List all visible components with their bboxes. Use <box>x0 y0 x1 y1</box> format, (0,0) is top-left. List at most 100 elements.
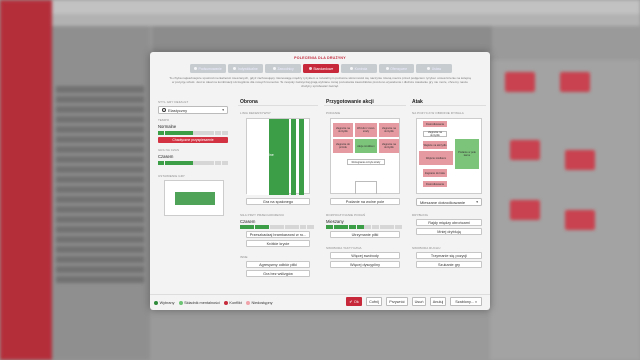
passing-pitch[interactable]: Zagranie na skrzydło Wrzutki z zewn. str… <box>330 118 400 194</box>
other-section-label: INNE <box>240 255 248 259</box>
build-up-column: Przygotowanie akcji PODANIE Zagranie na … <box>324 98 406 294</box>
tab-2[interactable]: Zawodnicy <box>265 64 302 73</box>
formation-block <box>175 192 215 205</box>
stay-on-feet-button[interactable]: Gra bez wślizgów <box>246 270 310 277</box>
build-tempo-bar[interactable] <box>326 225 402 229</box>
style-icon <box>162 108 166 112</box>
press-bar[interactable] <box>240 225 314 229</box>
chevron-down-icon: ▾ <box>475 299 477 304</box>
time-section-label: GRA NA CZAS <box>158 148 180 152</box>
cancel-button[interactable]: Anuluj <box>430 297 446 306</box>
attack-zone-5[interactable]: Podanie w pole karne <box>455 139 479 169</box>
build-tempo-section-label: ROZPOCZYNANIE PODAŃ <box>326 213 366 217</box>
goalkeeper-press-button[interactable]: Przeszkadzaj bramkarzowi w ro... <box>246 231 310 238</box>
zone-5[interactable]: Akcje środkiem <box>355 139 377 153</box>
legend-mentality: Składnik mentalności <box>178 300 220 305</box>
team-instructions-dialog: POLECENIA DLA DRUŻYNY Podsumowanie Indyw… <box>150 52 490 310</box>
chevron-down-icon: ▾ <box>222 108 224 112</box>
defence-line-value: Normalne <box>258 152 274 157</box>
bg-player-card <box>560 72 590 92</box>
defence-column: Obrona LINIA DEFENSYWNY Normalne Gra na … <box>238 98 318 294</box>
time-value: Czasem <box>158 154 174 159</box>
bg-player-card <box>565 210 595 230</box>
tab-icon <box>233 67 237 70</box>
defence-line-label: LINIA DEFENSYWNY <box>240 111 271 115</box>
defence-line-pitch[interactable]: Normalne <box>246 118 310 195</box>
dialog-title: POLECENIA DLA DRUŻYNY <box>294 56 346 60</box>
defence-header: Obrona <box>238 98 318 106</box>
tempo-bar[interactable] <box>158 131 229 135</box>
left-column: STYL GRY DEFAULT Elastyczny ▾ TEMPO Norm… <box>156 98 232 294</box>
tab-5[interactable]: Ofensywne <box>378 64 415 73</box>
attack-column: Atak NA POZYCJI W OBRONIE RYWALA Dośrodk… <box>410 98 486 294</box>
time-bar[interactable] <box>158 161 229 165</box>
pass-into-space-button[interactable]: Podanie na wolne pole <box>330 198 400 205</box>
ok-button[interactable]: ✔ Ok <box>346 297 362 306</box>
style-select[interactable]: Elastyczny ▾ <box>158 106 228 114</box>
bg-player-card <box>510 140 540 160</box>
tab-icon <box>385 67 389 70</box>
delete-button[interactable]: Usuń <box>412 297 426 306</box>
check-icon: ✔ <box>349 300 353 304</box>
tab-bar: Podsumowanie Indywidualne Zawodnicy Stan… <box>190 64 453 73</box>
attack-zone-6[interactable]: Zagranie do boku <box>423 169 447 177</box>
bg-player-card <box>565 150 595 170</box>
bg-subheader <box>0 14 640 26</box>
press-value: Czasem <box>240 219 256 224</box>
freedom-section-label: SWOBODA TAKTYCZNA <box>326 246 362 250</box>
dribble-section-label: DRYBLING <box>412 213 429 217</box>
bg-toolbar <box>152 26 492 52</box>
attack-pitch[interactable]: Dośrodkowania Zagranie na skrzydło Wejśc… <box>416 118 482 194</box>
tab-0[interactable]: Podsumowanie <box>190 64 226 73</box>
more-freedom-button[interactable]: Więcej swobody <box>330 252 400 259</box>
tab-6[interactable]: Ustaw <box>416 64 453 73</box>
attack-zone-4[interactable]: Wejście środkiem <box>419 151 453 165</box>
creative-section-label: SWOBODA RUCHU <box>412 246 441 250</box>
passing-section-label: PODANIE <box>326 111 341 115</box>
bg-rows <box>56 86 144 286</box>
tab-icon <box>308 67 312 70</box>
tab-icon <box>350 67 354 70</box>
aggressive-tackle-button[interactable]: Agresywny odbiór piłki <box>246 261 310 268</box>
attack-zone-2[interactable]: Zagranie na skrzydło <box>423 131 447 137</box>
hold-position-button[interactable]: Trzymanie się pozycji <box>416 252 482 259</box>
zone-3[interactable]: Zagranie na skrzydło <box>379 123 399 137</box>
attack-zone-1[interactable]: Dośrodkowania <box>423 121 447 127</box>
style-section-label: STYL GRY DEFAULT <box>158 100 189 104</box>
attack-zone-7[interactable]: Dośrodkowania <box>423 181 447 187</box>
bg-player-card <box>510 200 540 220</box>
run-at-defence-button[interactable]: Rajdy między obrońcami <box>416 219 482 226</box>
roam-button[interactable]: Szukanie gry <box>416 261 482 268</box>
templates-button[interactable]: Szablony... ▾ <box>450 297 482 306</box>
zone-2[interactable]: Wrzutki z zewn. strefy <box>355 123 377 137</box>
attack-header: Atak <box>410 98 486 106</box>
tab-1[interactable]: Indywidualne <box>227 64 264 73</box>
attack-zone-3[interactable]: Wejście na skrzydło <box>423 141 447 149</box>
restore-button[interactable]: Przywróć <box>386 297 408 306</box>
more-discipline-button[interactable]: Więcej dyscypliny <box>330 261 400 268</box>
formation-pitch <box>164 180 224 216</box>
zone-7[interactable]: Rozegranie od tyłu strefy <box>347 159 385 165</box>
formation-section-label: USTAWIENIE GRY <box>158 174 186 178</box>
legend-conflict: Konflikt <box>223 300 242 305</box>
bg-header <box>0 0 640 14</box>
tab-icon <box>427 67 431 70</box>
zone-1[interactable]: Zagranie na skrzydło <box>333 123 353 137</box>
undo-button[interactable]: Cofnij <box>366 297 382 306</box>
legend-dot <box>245 300 250 305</box>
bg-player-card <box>505 72 535 92</box>
offside-trap-button[interactable]: Gra na spalonego <box>246 198 310 205</box>
dribble-less-button[interactable]: Mniej dryblują <box>416 228 482 235</box>
retain-possession-button[interactable]: Utrzymanie piłki <box>330 231 400 238</box>
crossing-select[interactable]: Mieszane dośrodkowanie ▾ <box>416 198 482 206</box>
tempo-section-label: TEMPO <box>158 118 170 122</box>
zone-4[interactable]: Zagranie do przodu <box>333 139 353 153</box>
tight-marking-button[interactable]: Krótkie krycie <box>246 240 310 247</box>
tempo-red-button[interactable]: Chaotyczne przyspieszenie <box>158 137 228 143</box>
mentality-description: To chyba najważniejsze spośród mentalnoś… <box>169 76 471 89</box>
zone-6[interactable]: Zagranie na skrzydło <box>379 139 399 153</box>
bg-sidebar <box>0 0 52 360</box>
build-tempo-value: Mieszany <box>326 219 344 224</box>
tab-3[interactable]: Standardowe <box>303 64 339 73</box>
tab-4[interactable]: Kontrola <box>340 64 377 73</box>
